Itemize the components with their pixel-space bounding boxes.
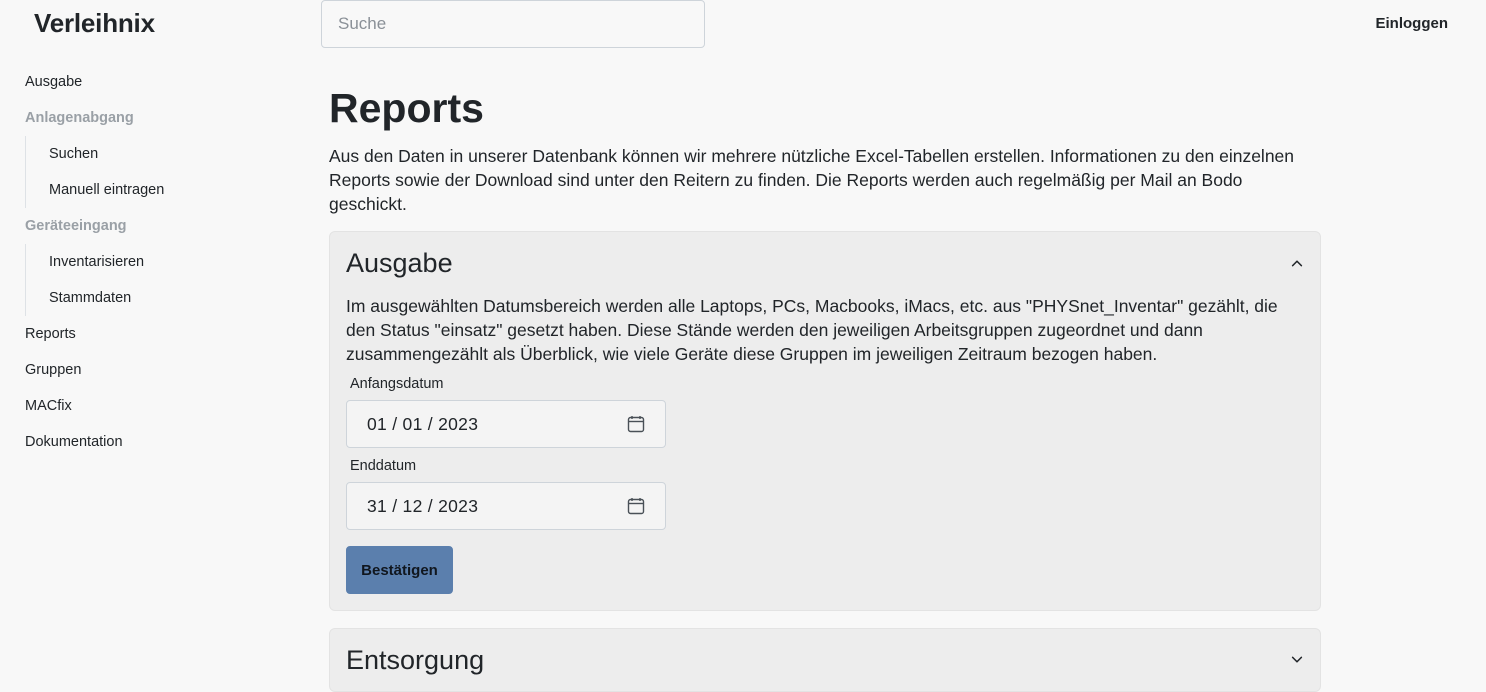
start-date-input[interactable]: 01 / 01 / 2023	[346, 400, 666, 448]
sidebar-item-manuell-eintragen[interactable]: Manuell eintragen	[49, 172, 275, 208]
accordion-header-entsorgung[interactable]: Entsorgung	[330, 629, 1320, 691]
accordion-body-ausgabe: Im ausgewählten Datumsbereich werden all…	[330, 294, 1320, 610]
sidebar-item-suchen[interactable]: Suchen	[49, 136, 275, 172]
sidebar-item-gruppen[interactable]: Gruppen	[25, 352, 275, 388]
page-title: Reports	[329, 85, 484, 131]
sidebar-item-ausgabe[interactable]: Ausgabe	[25, 64, 275, 100]
accordion-ausgabe: Ausgabe Im ausgewählten Datumsbereich we…	[329, 231, 1321, 611]
calendar-icon[interactable]	[627, 415, 645, 433]
submit-button[interactable]: Bestätigen	[346, 546, 453, 594]
report-description: Im ausgewählten Datumsbereich werden all…	[346, 296, 1278, 364]
accordion-header-ausgabe[interactable]: Ausgabe	[330, 232, 1320, 294]
sidebar-subnav-geraeteeingang: Inventarisieren Stammdaten	[25, 244, 275, 316]
sidebar-heading-anlagenabgang: Anlagenabgang	[25, 110, 134, 126]
accordion-title: Entsorgung	[346, 644, 485, 675]
page-intro: Aus den Daten in unserer Datenbank könne…	[329, 146, 1295, 214]
brand-logo[interactable]: Verleihnix	[34, 8, 155, 39]
chevron-up-icon	[1291, 260, 1303, 267]
sidebar-item-inventarisieren[interactable]: Inventarisieren	[49, 244, 275, 280]
sidebar-item-dokumentation[interactable]: Dokumentation	[25, 424, 275, 460]
search-input[interactable]	[321, 0, 705, 48]
sidebar-item-macfix[interactable]: MACfix	[25, 388, 275, 424]
end-date-value: 31 / 12 / 2023	[367, 495, 479, 516]
start-date-value: 01 / 01 / 2023	[367, 413, 479, 434]
end-date-input[interactable]: 31 / 12 / 2023	[346, 482, 666, 530]
sidebar-subnav-anlagenabgang: Suchen Manuell eintragen	[25, 136, 275, 208]
sidebar-item-stammdaten[interactable]: Stammdaten	[49, 280, 275, 316]
login-link[interactable]: Einloggen	[1376, 15, 1449, 32]
accordion-entsorgung: Entsorgung	[329, 628, 1321, 692]
accordion-title: Ausgabe	[346, 247, 453, 278]
sidebar-item-reports[interactable]: Reports	[25, 316, 275, 352]
sidebar-heading-geraeteeingang: Geräteeingang	[25, 218, 127, 234]
calendar-icon[interactable]	[627, 497, 645, 515]
chevron-down-icon	[1291, 656, 1303, 663]
start-date-label: Anfangsdatum	[350, 376, 444, 392]
sidebar: Ausgabe Anlagenabgang Suchen Manuell ein…	[25, 64, 275, 460]
end-date-label: Enddatum	[350, 458, 417, 474]
main-content: Reports Aus den Daten in unserer Datenba…	[329, 82, 1321, 692]
